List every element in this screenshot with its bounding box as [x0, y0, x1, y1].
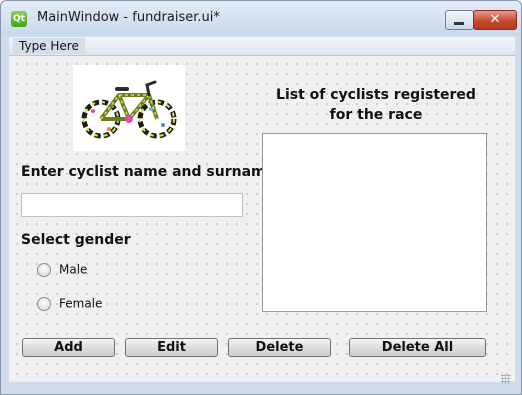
- radio-female[interactable]: Female: [37, 296, 102, 311]
- menu-item-type-here[interactable]: Type Here: [13, 38, 85, 54]
- gender-heading: Select gender: [21, 232, 131, 248]
- radio-female-label: Female: [59, 296, 103, 311]
- cyclist-name-input[interactable]: [21, 193, 243, 217]
- delete-all-button[interactable]: Delete All: [349, 338, 486, 357]
- title-bar[interactable]: Qt MainWindow - fundraiser.ui* ✕: [1, 1, 521, 35]
- add-button[interactable]: Add: [22, 338, 115, 357]
- delete-button[interactable]: Delete: [228, 338, 331, 357]
- resize-grip-icon[interactable]: [501, 374, 511, 384]
- bicycle-icon: [81, 80, 177, 139]
- menu-bar: Type Here: [9, 37, 515, 56]
- radio-male[interactable]: Male: [37, 262, 87, 277]
- name-heading: Enter cyclist name and surname: [21, 164, 276, 180]
- radio-button-icon[interactable]: [37, 296, 51, 311]
- window-title: MainWindow - fundraiser.ui*: [37, 10, 220, 25]
- radio-button-icon[interactable]: [37, 262, 51, 277]
- cyclist-list[interactable]: [262, 133, 487, 312]
- list-heading: List of cyclists registered for the race: [276, 87, 476, 123]
- qt-designer-icon: Qt: [11, 11, 27, 27]
- form-canvas: List of cyclists registered for the race…: [9, 56, 515, 382]
- main-window: Qt MainWindow - fundraiser.ui* ✕ Type He…: [0, 0, 522, 395]
- close-button[interactable]: ✕: [473, 10, 517, 30]
- close-icon: ✕: [489, 12, 501, 27]
- bicycle-image: [73, 65, 185, 151]
- edit-button[interactable]: Edit: [125, 338, 218, 357]
- minimize-button[interactable]: [445, 10, 474, 30]
- radio-male-label: Male: [59, 262, 88, 277]
